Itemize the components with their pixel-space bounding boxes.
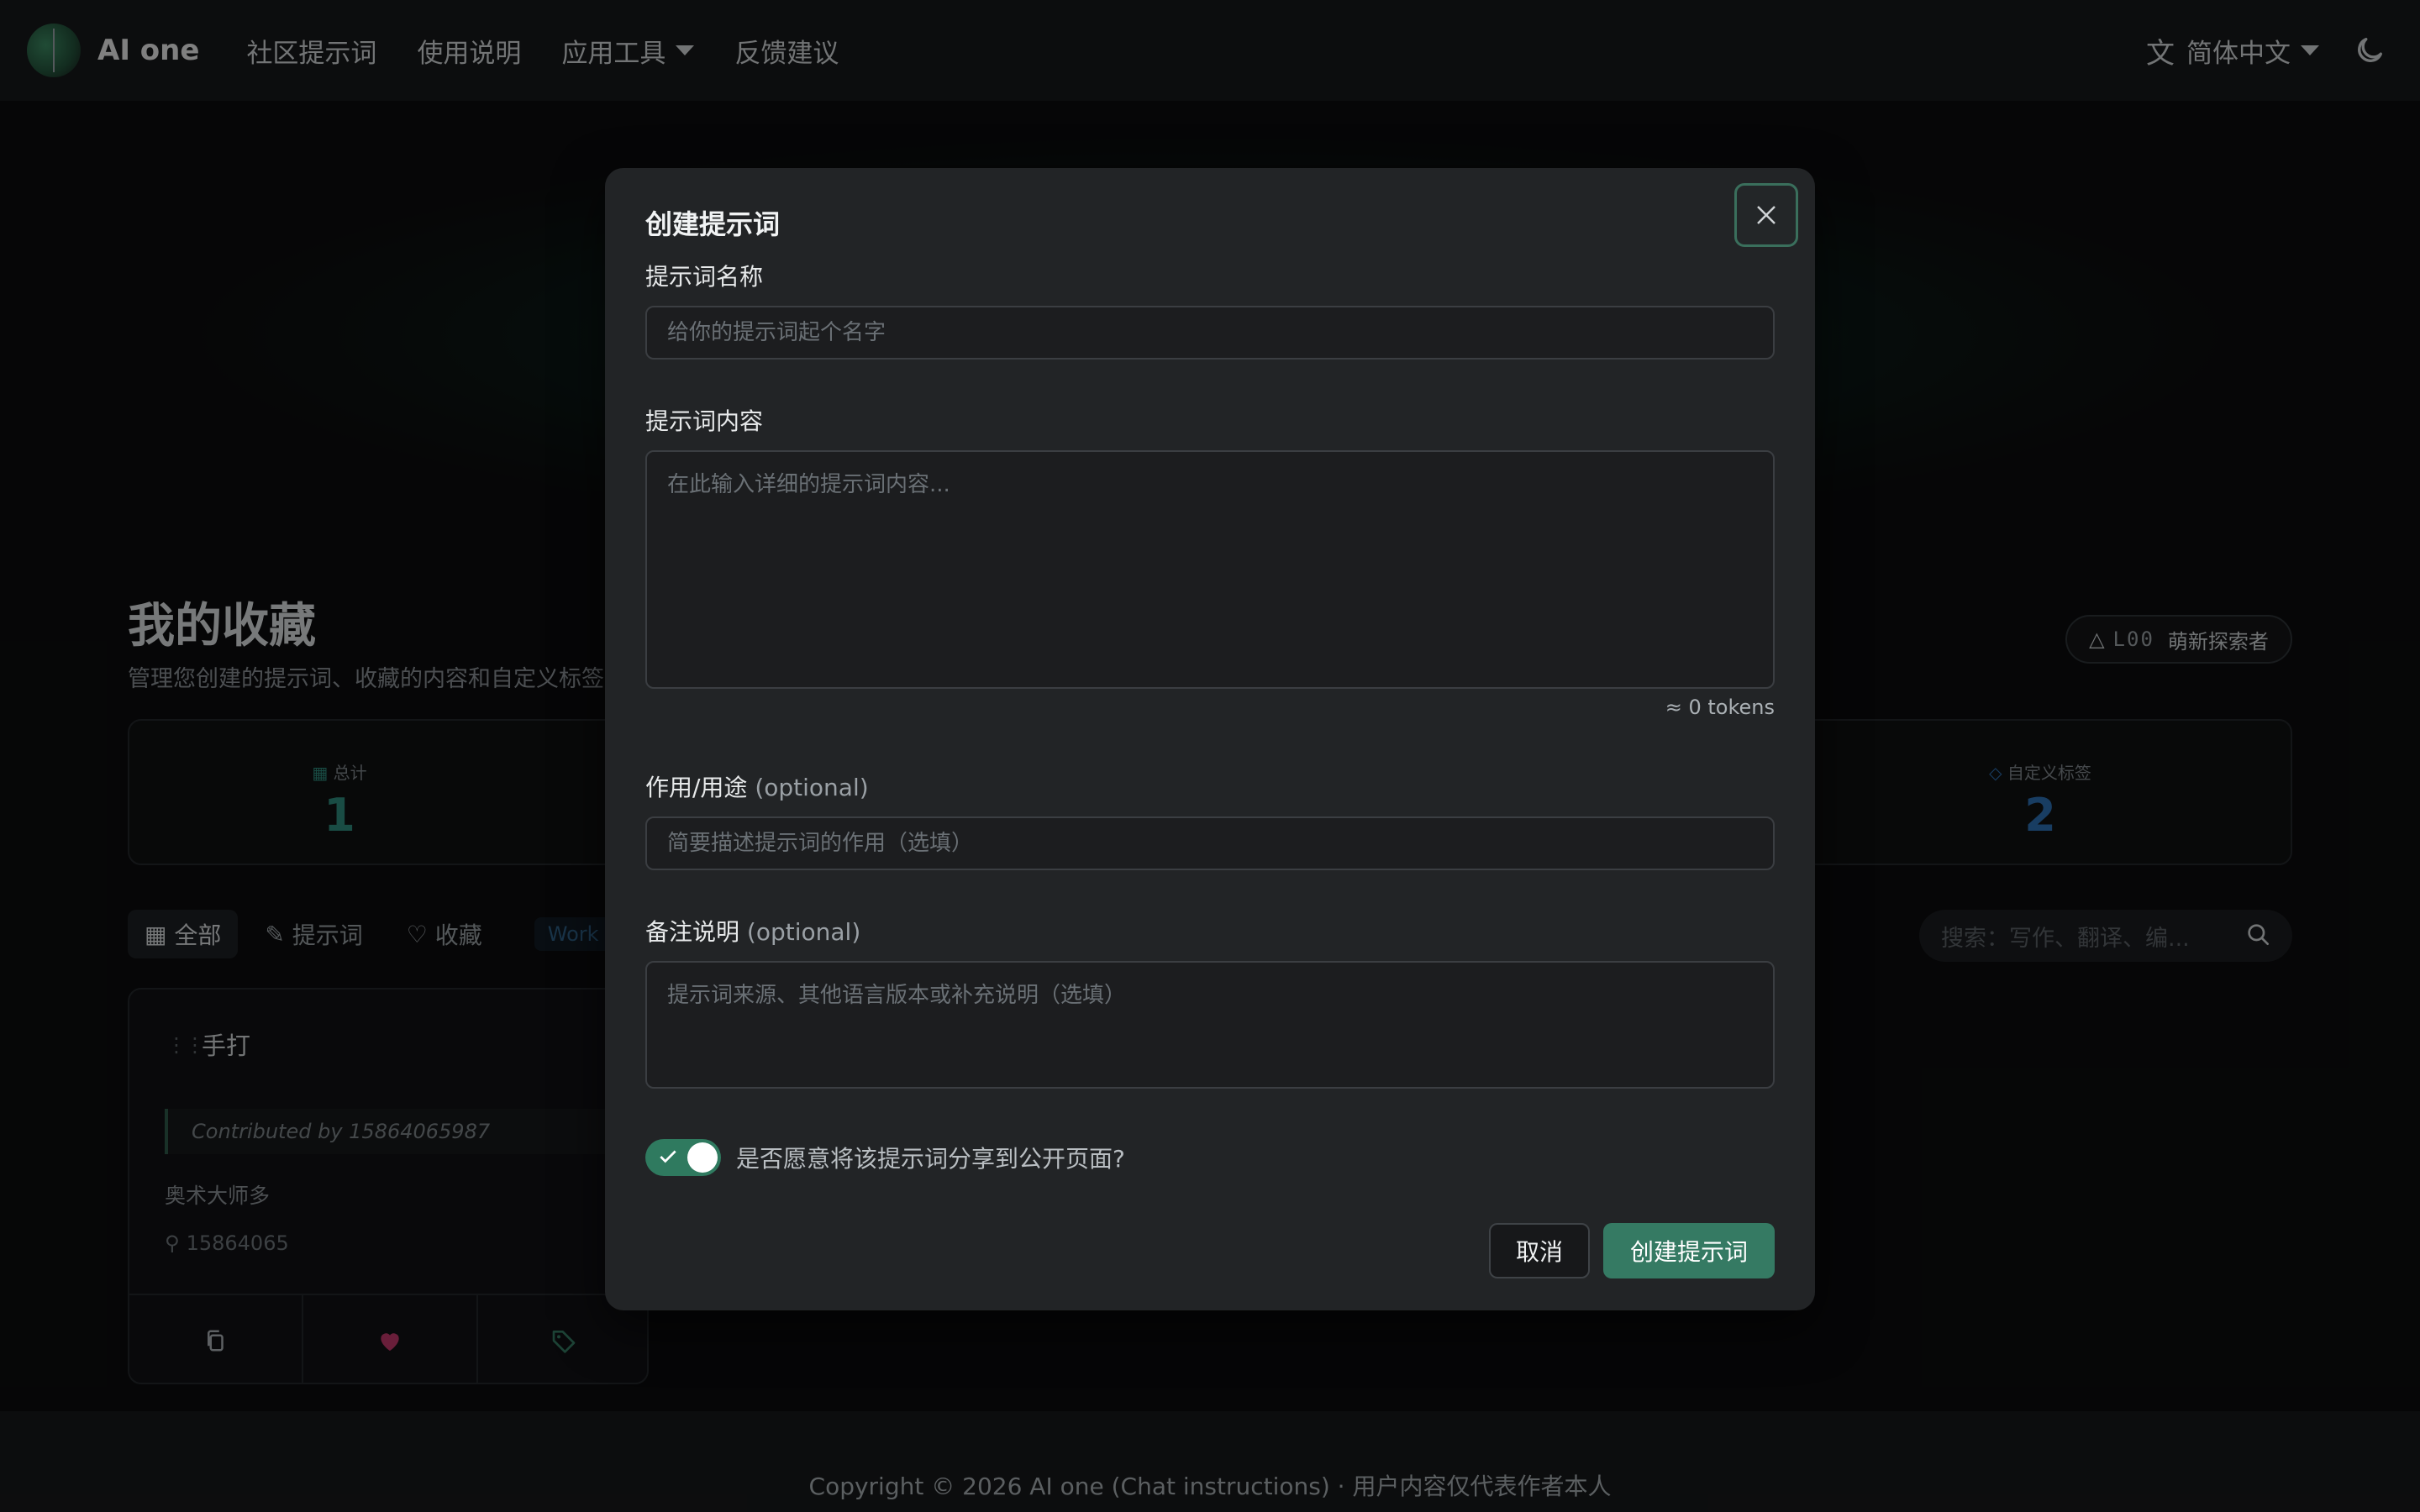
purpose-optional: (optional) — [755, 774, 869, 801]
cancel-button[interactable]: 取消 — [1489, 1223, 1590, 1278]
content-label: 提示词内容 — [645, 407, 764, 435]
token-count: ≈ 0 tokens — [1665, 696, 1775, 719]
check-icon — [660, 1150, 676, 1163]
prompt-content-textarea[interactable] — [645, 450, 1775, 689]
notes-textarea[interactable] — [645, 961, 1775, 1089]
name-label: 提示词名称 — [645, 263, 764, 291]
prompt-name-input[interactable] — [645, 306, 1775, 360]
purpose-input[interactable] — [645, 816, 1775, 870]
purpose-label: 作用/用途 (optional) — [645, 769, 869, 803]
create-prompt-button[interactable]: 创建提示词 — [1603, 1223, 1775, 1278]
share-toggle[interactable] — [645, 1139, 721, 1176]
modal-title: 创建提示词 — [645, 208, 781, 240]
close-button[interactable] — [1734, 183, 1798, 247]
toggle-knob — [687, 1142, 718, 1173]
share-label: 是否愿意将该提示词分享到公开页面? — [736, 1145, 1125, 1173]
create-prompt-modal: 创建提示词 提示词名称 提示词内容 ≈ 0 tokens 作用/用途 (opti… — [605, 168, 1815, 1310]
close-icon — [1757, 206, 1776, 224]
purpose-label-text: 作用/用途 — [645, 774, 748, 801]
notes-optional: (optional) — [746, 918, 861, 946]
notes-label: 备注说明 (optional) — [645, 914, 860, 948]
notes-label-text: 备注说明 — [645, 918, 740, 946]
